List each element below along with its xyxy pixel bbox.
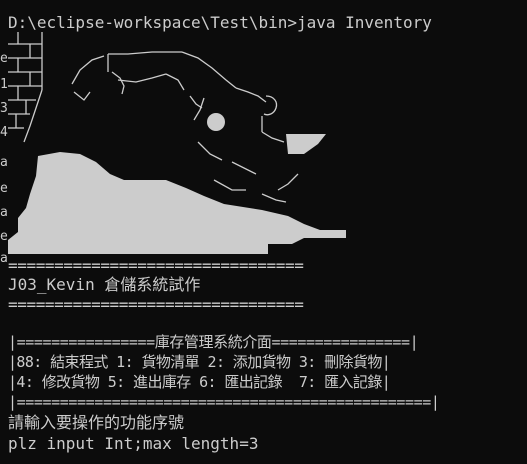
menu-row-1: |88: 結束程式 1: 貨物清單 2: 添加貨物 3: 刪除貨物| bbox=[8, 353, 391, 371]
banner-rule-bottom: ================================ bbox=[8, 295, 304, 314]
ascii-art-rat-image bbox=[8, 32, 346, 254]
console-window[interactable]: D:\eclipse-workspace\Test\bin>java Inven… bbox=[0, 0, 527, 464]
menu-footer: |=======================================… bbox=[8, 393, 440, 411]
banner-rule-top: ================================ bbox=[8, 256, 304, 275]
prompt-text: 請輸入要操作的功能序號 bbox=[8, 413, 185, 432]
banner-title: J03_Kevin 倉儲系統試作 bbox=[8, 275, 201, 294]
brick-wall-art bbox=[8, 32, 43, 143]
ground-blocks-art bbox=[8, 152, 346, 254]
input-hint: plz input Int;max length=3 bbox=[8, 434, 259, 453]
menu-row-2: |4: 修改貨物 5: 進出庫存 6: 匯出記錄 7: 匯入記錄| bbox=[8, 373, 391, 391]
menu-header: |================庫存管理系統介面===============… bbox=[8, 333, 419, 351]
